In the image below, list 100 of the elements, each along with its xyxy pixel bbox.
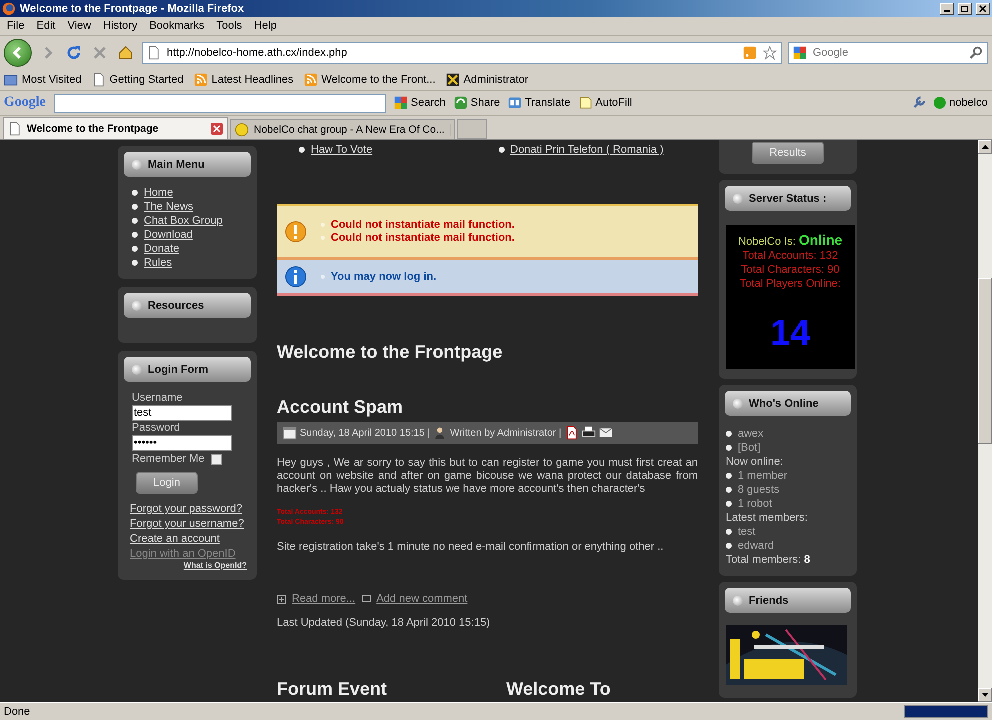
page-icon bbox=[92, 73, 106, 87]
toolbar-button[interactable]: Search bbox=[394, 96, 446, 110]
bookmark[interactable]: Welcome to the Front... bbox=[304, 73, 436, 87]
browser-tab[interactable]: Welcome to the Frontpage bbox=[3, 117, 228, 139]
online-label: Latest members: bbox=[726, 512, 809, 524]
google-logo: Google bbox=[4, 95, 46, 111]
down-arrow-icon bbox=[982, 693, 988, 697]
password-field[interactable]: •••••• bbox=[132, 435, 232, 451]
comment-icon bbox=[362, 594, 371, 604]
star-icon[interactable] bbox=[763, 46, 777, 60]
online-label: Total members: 8 bbox=[726, 554, 812, 566]
last-updated: Last Updated (Sunday, 18 April 2010 15:15) bbox=[277, 617, 492, 629]
panel-header: Friends bbox=[725, 588, 851, 613]
menu-item[interactable]: View bbox=[62, 20, 96, 32]
menu-item[interactable]: History bbox=[98, 20, 143, 32]
bookmark[interactable]: Most Visited bbox=[4, 73, 82, 87]
bookmark[interactable]: Latest Headlines bbox=[194, 73, 294, 87]
player-count: 14 bbox=[770, 315, 811, 351]
remember-checkbox[interactable] bbox=[210, 454, 222, 464]
toolbar-button[interactable]: AutoFill bbox=[578, 96, 632, 110]
username-field[interactable]: test bbox=[132, 405, 232, 421]
page-heading: Welcome to the Frontpage bbox=[277, 342, 504, 363]
up-arrow-icon bbox=[982, 145, 988, 149]
account-button[interactable]: nobelco bbox=[934, 97, 988, 109]
top-link[interactable]: Donati Prin Telefon ( Romania ) bbox=[510, 144, 664, 156]
menu-item[interactable]: Bookmarks bbox=[144, 20, 210, 32]
add-comment-link[interactable]: Add new comment bbox=[376, 593, 468, 605]
login-link[interactable]: Forgot your username? bbox=[130, 518, 247, 530]
online-label: Now online: bbox=[726, 456, 784, 468]
stop-icon bbox=[92, 45, 108, 61]
online-entry: [Bot] bbox=[738, 442, 761, 454]
menu-item[interactable]: Edit bbox=[32, 20, 61, 32]
restore-button[interactable] bbox=[958, 2, 972, 14]
autofill-icon bbox=[578, 96, 593, 110]
help-link[interactable]: What is OpenId? bbox=[184, 561, 247, 570]
home-icon bbox=[118, 45, 134, 61]
pdf-icon[interactable] bbox=[564, 426, 579, 440]
menu-link[interactable]: Download bbox=[144, 229, 193, 241]
bookmark[interactable]: Getting Started bbox=[92, 73, 184, 87]
online-entry: 1 robot bbox=[738, 498, 772, 510]
scroll-down-button[interactable] bbox=[978, 688, 992, 702]
status-line: Total Players Online: bbox=[740, 277, 841, 291]
menu-link[interactable]: The News bbox=[144, 201, 194, 213]
print-icon[interactable] bbox=[582, 426, 596, 440]
feed-icon bbox=[304, 73, 318, 87]
panel-header: Resources bbox=[124, 293, 251, 318]
search-bar[interactable]: Google bbox=[788, 42, 988, 64]
online-entry: 8 guests bbox=[738, 484, 780, 496]
menu-link[interactable]: Donate bbox=[144, 243, 180, 255]
section-heading: Forum Event bbox=[277, 679, 388, 700]
reload-icon bbox=[66, 45, 82, 61]
menu-link[interactable]: Rules bbox=[144, 257, 172, 269]
panel-header: Main Menu bbox=[124, 152, 251, 177]
section-heading: Welcome To bbox=[506, 679, 612, 700]
read-more-link[interactable]: Read more... bbox=[292, 593, 356, 605]
scroll-up-button[interactable] bbox=[978, 140, 992, 154]
message-text: You may now log in. bbox=[331, 270, 437, 282]
checkbox-label: Remember Me bbox=[132, 453, 205, 465]
translate-icon bbox=[508, 96, 522, 110]
restore-icon bbox=[961, 4, 969, 12]
article-date: Sunday, 18 April 2010 15:15 | bbox=[300, 428, 430, 438]
bookmark[interactable]: Administrator bbox=[446, 73, 529, 87]
menu-link[interactable]: Home bbox=[144, 187, 174, 199]
online-entry: edward bbox=[738, 540, 774, 552]
browser-tab[interactable]: NobelCo chat group - A New Era Of Co... bbox=[230, 119, 455, 139]
search-icon[interactable] bbox=[969, 46, 983, 60]
page-icon bbox=[8, 122, 22, 136]
menu-item[interactable]: Tools bbox=[212, 20, 248, 32]
panel-header: Server Status : bbox=[725, 186, 851, 211]
page-icon bbox=[147, 46, 161, 60]
wrench-icon[interactable] bbox=[912, 96, 926, 110]
article-author: Written by Administrator | bbox=[450, 428, 562, 438]
back-button[interactable] bbox=[4, 39, 32, 67]
feed-icon bbox=[194, 73, 208, 87]
online-entry: test bbox=[738, 526, 756, 538]
email-icon[interactable] bbox=[598, 426, 613, 440]
message-text: Could not instantiate mail function. bbox=[331, 219, 515, 231]
panel-header: Who's Online bbox=[725, 391, 851, 416]
toolbar-search-field[interactable] bbox=[54, 94, 386, 112]
minimize-button[interactable] bbox=[940, 2, 954, 14]
article-note: Site registration take's 1 minute no need e-mail confirmation or enything other .. bbox=[277, 541, 665, 553]
top-link[interactable]: Haw To Vote bbox=[311, 144, 373, 156]
warning-icon bbox=[285, 220, 307, 242]
panel-header: Login Form bbox=[124, 357, 251, 382]
address-bar[interactable]: http://nobelco-home.ath.cx/index.php bbox=[142, 42, 782, 64]
calendar-icon bbox=[283, 426, 297, 440]
toolbar-button[interactable]: Share bbox=[454, 96, 500, 110]
toolbar-button[interactable]: Translate bbox=[508, 96, 571, 110]
scroll-thumb[interactable] bbox=[978, 278, 992, 444]
menu-link[interactable]: Chat Box Group bbox=[144, 215, 223, 227]
close-button[interactable] bbox=[976, 2, 990, 14]
login-link[interactable]: Forgot your password? bbox=[130, 503, 247, 515]
menu-item[interactable]: File bbox=[2, 20, 30, 32]
login-link[interactable]: Create an account bbox=[130, 533, 247, 545]
menu-item[interactable]: Help bbox=[249, 20, 282, 32]
online-entry: awex bbox=[738, 428, 764, 440]
scrollbar[interactable] bbox=[978, 140, 992, 702]
app-icon bbox=[446, 73, 460, 87]
google-logo-icon bbox=[394, 96, 408, 110]
status-line: Total Characters: 90 bbox=[741, 263, 840, 277]
